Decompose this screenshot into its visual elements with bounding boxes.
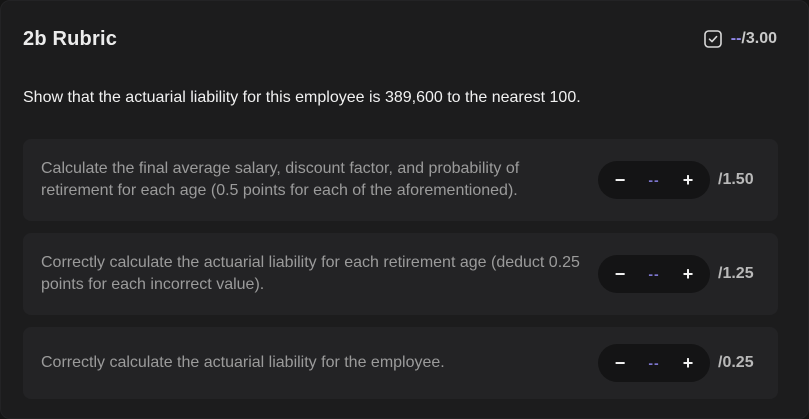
criterion-3: Correctly calculate the actuarial liabil… (23, 327, 778, 399)
criterion-max-points: /1.50 (718, 171, 754, 188)
increment-button[interactable]: + (678, 264, 698, 284)
score-stepper: − -- + (598, 344, 710, 382)
criterion-text: Correctly calculate the actuarial liabil… (41, 254, 580, 293)
decrement-button[interactable]: − (610, 264, 630, 284)
decrement-button[interactable]: − (610, 353, 630, 373)
total-score: --/3.00 (703, 30, 777, 48)
score-value[interactable]: -- (648, 355, 659, 371)
criterion-text: Correctly calculate the actuarial liabil… (41, 354, 445, 371)
score-stepper: − -- + (598, 161, 710, 199)
total-score-value: -- (730, 30, 742, 47)
rubric-panel: 2b Rubric --/3.00 Show that the actuaria… (0, 0, 809, 419)
criterion-max-points: /1.25 (718, 265, 754, 282)
criterion-1: Calculate the final average salary, disc… (23, 139, 778, 221)
checkbox-check-icon[interactable] (703, 30, 722, 48)
score-value[interactable]: -- (648, 172, 659, 188)
criterion-text: Calculate the final average salary, disc… (41, 160, 520, 199)
criterion-max-points: /0.25 (718, 354, 754, 371)
score-stepper: − -- + (598, 255, 710, 293)
total-score-max: /3.00 (741, 30, 777, 47)
score-value[interactable]: -- (648, 266, 659, 282)
increment-button[interactable]: + (678, 353, 698, 373)
question-text: Show that the actuarial liability for th… (23, 89, 581, 106)
rubric-header: 2b Rubric --/3.00 (23, 25, 777, 53)
increment-button[interactable]: + (678, 170, 698, 190)
rubric-title: 2b Rubric (23, 27, 118, 50)
decrement-button[interactable]: − (610, 170, 630, 190)
criterion-2: Correctly calculate the actuarial liabil… (23, 233, 778, 315)
